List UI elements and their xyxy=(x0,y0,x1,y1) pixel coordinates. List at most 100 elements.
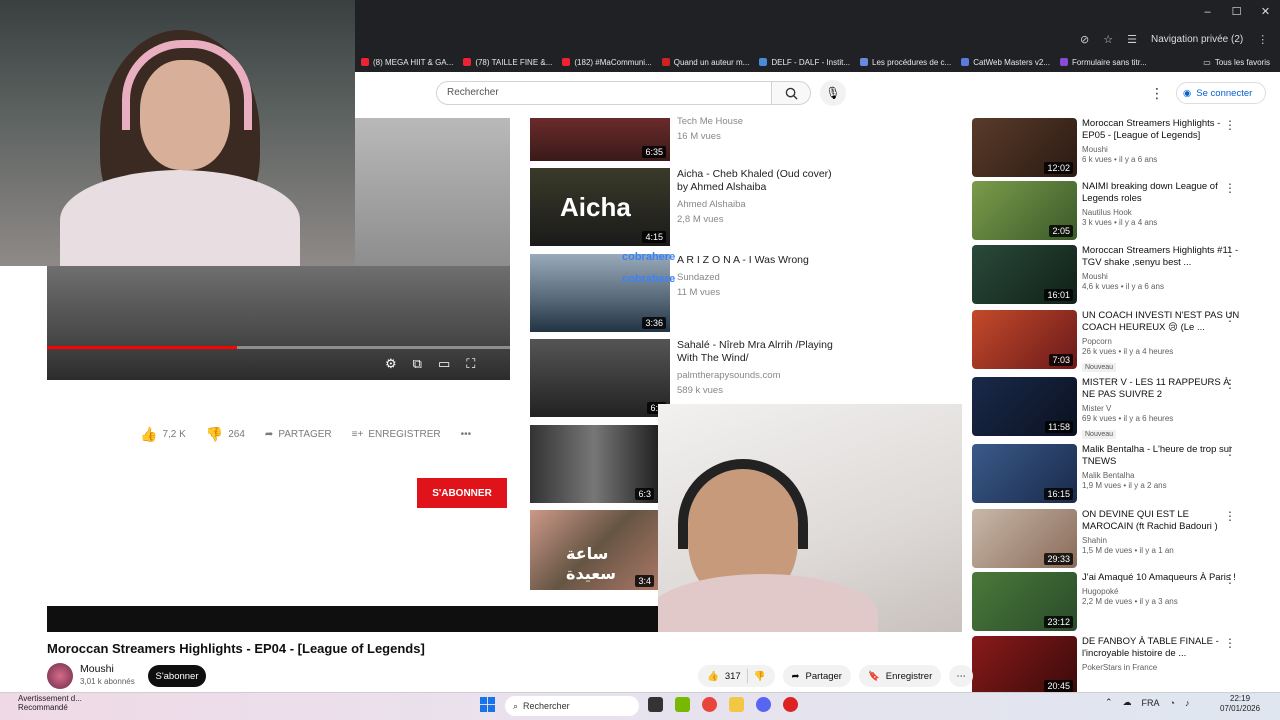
cloud-icon[interactable]: ☁ xyxy=(1123,697,1132,708)
suggestion-thumbnail[interactable]: 6:3 xyxy=(530,425,658,503)
taskbar xyxy=(0,692,1280,720)
sidebar-item[interactable]: 16:01 Moroccan Streamers Highlights #11 … xyxy=(972,245,1272,307)
divider xyxy=(746,669,748,683)
suggestion-channel: palmtherapysounds.com xyxy=(677,370,781,381)
share-button[interactable]: ➦ PARTAGER xyxy=(265,429,332,440)
maximize-icon[interactable]: ☐ xyxy=(1222,0,1251,24)
reader-icon[interactable]: ☰ xyxy=(1127,33,1137,46)
channel-name[interactable]: Moushi xyxy=(80,663,114,675)
more-options-icon[interactable]: ⋮ xyxy=(1224,572,1236,586)
bookmark-item[interactable]: Formulaire sans titr... xyxy=(1059,58,1147,67)
suggestion-item[interactable]: Tech Me House 16 M vues xyxy=(677,115,837,143)
suggestion-thumbnail[interactable]: 6:3 xyxy=(530,339,670,417)
bookmark-item[interactable]: CatWeb Masters v2... xyxy=(961,58,1050,67)
more-options-icon[interactable]: ⋮ xyxy=(1150,84,1164,102)
sidebar-item[interactable]: 16:15 Malik Bentalha - L'heure de trop s… xyxy=(972,444,1272,506)
bookmark-item[interactable]: (182) #MaCommuni... xyxy=(562,58,652,67)
suggestion-item[interactable]: A R I Z O N A - I Was Wrong Sundazed 11 … xyxy=(677,254,837,299)
bookmarks-bar: (8) MEGA HIIT & GA... (78) TAILLE FINE &… xyxy=(355,52,1280,72)
sidebar-channel: PokerStars in France xyxy=(1082,663,1158,672)
suggestion-thumbnail[interactable]: ساعة سعيدة 3:4 xyxy=(530,510,658,590)
subscribe-button[interactable]: S'abonner xyxy=(148,665,206,687)
youtube-icon xyxy=(361,58,369,66)
bookmark-item[interactable]: Les procédures de c... xyxy=(860,58,951,67)
lang-indicator[interactable]: FRA xyxy=(1142,698,1160,708)
avatar[interactable] xyxy=(47,663,73,689)
chrome-icon[interactable] xyxy=(702,697,717,712)
sidebar-item[interactable]: 20:45 DE FANBOY À TABLE FINALE - l'incro… xyxy=(972,636,1272,692)
sidebar-item[interactable]: 29:33 ON DEVINE QUI EST LE MAROCAIN (ft … xyxy=(972,509,1272,571)
theater-icon[interactable]: ▭ xyxy=(438,356,450,372)
volume-icon[interactable]: ♪ xyxy=(1185,698,1190,708)
miniplayer-icon[interactable]: ⧉ xyxy=(413,356,422,372)
search-input[interactable]: Rechercher xyxy=(436,81,772,105)
all-bookmarks[interactable]: ▭ Tous les favoris xyxy=(1203,58,1270,67)
more-options-icon[interactable]: ⋮ xyxy=(1224,377,1236,391)
tracking-icon[interactable]: ⊘ xyxy=(1080,33,1089,46)
sidebar-item[interactable]: 2:05 NAIMI breaking down League of Legen… xyxy=(972,181,1272,243)
windows-start-icon[interactable] xyxy=(480,697,495,712)
duration-badge: 3:36 xyxy=(642,317,666,329)
more-options-icon[interactable]: ⋮ xyxy=(1224,636,1236,650)
thumbs-down-icon[interactable]: 👎 xyxy=(754,671,766,682)
sidebar-item[interactable]: 11:58 MISTER V - LES 11 RAPPEURS À NE PA… xyxy=(972,377,1272,439)
dislike-button[interactable]: 👎 264 xyxy=(206,426,245,443)
more-options-icon[interactable]: ⋮ xyxy=(1224,509,1236,523)
streamer-body xyxy=(60,170,300,266)
more-options-icon[interactable]: ⋮ xyxy=(1224,181,1236,195)
thumbs-up-icon[interactable]: 👍 xyxy=(707,671,719,682)
page-icon xyxy=(860,58,869,66)
more-options-icon[interactable]: ⋮ xyxy=(1224,118,1236,132)
player-bottom-bar xyxy=(47,606,658,632)
taskbar-search[interactable]: ⌕ Rechercher xyxy=(505,696,639,716)
signin-button[interactable]: ◉ Se connecter xyxy=(1176,82,1266,104)
wifi-icon[interactable]: ◔ xyxy=(1170,698,1175,708)
settings-icon[interactable]: ⚙ xyxy=(385,356,397,372)
like-count[interactable]: 317 xyxy=(725,671,741,682)
minimize-icon[interactable]: – xyxy=(1193,0,1222,24)
bookmark-item[interactable]: Quand un auteur m... xyxy=(661,58,749,67)
more-actions-icon[interactable]: ••• xyxy=(461,429,472,440)
nvidia-icon[interactable] xyxy=(675,697,690,712)
voice-search-button[interactable]: 🎙 xyxy=(820,80,846,106)
taskbar-widget[interactable]: Avertissement d... Recommandé xyxy=(18,694,82,712)
share-button[interactable]: ➦ Partager xyxy=(782,665,851,687)
video-title: Moroccan Streamers Highlights - EP04 - [… xyxy=(47,641,425,656)
more-options-icon[interactable]: ⋮ xyxy=(1224,245,1236,259)
fullscreen-icon[interactable]: ⛶ xyxy=(466,356,475,372)
close-icon[interactable]: ✕ xyxy=(1251,0,1280,24)
bookmark-item[interactable]: DELF - DALF - Instit... xyxy=(759,58,850,67)
sidebar-thumbnail: 29:33 xyxy=(972,509,1077,568)
more-options-icon[interactable]: ⋮ xyxy=(1224,310,1236,324)
chat-username: cobrahere xyxy=(622,273,676,285)
search-button[interactable] xyxy=(771,81,811,105)
bookmark-item[interactable]: (78) TAILLE FINE &... xyxy=(463,58,552,67)
suggestion-thumbnail[interactable]: 6:35 xyxy=(530,118,670,161)
task-view-icon[interactable] xyxy=(648,697,663,712)
chevron-up-icon[interactable]: ⌃ xyxy=(1105,697,1113,708)
sidebar-item[interactable]: 23:12 J'ai Amaqué 10 Amaqueurs À Paris !… xyxy=(972,572,1272,634)
suggestion-item[interactable]: Sahalé - Nîreb Mra Alrrih /Playing With … xyxy=(677,339,837,397)
star-icon[interactable]: ☆ xyxy=(1103,33,1113,46)
more-actions-icon[interactable]: ⋯ xyxy=(949,665,974,687)
suggestion-thumbnail[interactable]: Aicha 4:15 xyxy=(530,168,670,246)
duration-badge: 2:05 xyxy=(1049,225,1073,237)
more-options-icon[interactable]: ⋮ xyxy=(1224,444,1236,458)
save-button[interactable]: 🔖 Enregistrer xyxy=(858,665,942,687)
sidebar-item[interactable]: 7:03 UN COACH INVESTI N'EST PAS UN COACH… xyxy=(972,310,1272,372)
like-button[interactable]: 👍 7,2 K xyxy=(140,426,186,443)
window-controls: – ☐ ✕ xyxy=(1193,0,1280,24)
folder-icon[interactable] xyxy=(729,697,744,712)
private-label[interactable]: Navigation privée (2) xyxy=(1151,34,1243,45)
bookmark-item[interactable]: (8) MEGA HIIT & GA... xyxy=(361,58,453,67)
subscribe-button-embedded[interactable]: S'ABONNER xyxy=(417,478,507,508)
taskbar-clock[interactable]: 22:19 07/01/2026 xyxy=(1220,694,1260,714)
suggestion-item[interactable]: Aicha - Cheb Khaled (Oud cover) by Ahmed… xyxy=(677,168,837,226)
discord-icon[interactable] xyxy=(756,697,771,712)
save-button[interactable]: ≡+ ENREGISTRER xyxy=(352,429,441,440)
app-icon[interactable] xyxy=(783,697,798,712)
sidebar-meta: 3 k vues • il y a 4 ans xyxy=(1082,218,1158,227)
suggestion-views: 16 M vues xyxy=(677,131,721,142)
sidebar-item[interactable]: 12:02 Moroccan Streamers Highlights - EP… xyxy=(972,118,1272,180)
menu-icon[interactable]: ⋮ xyxy=(1257,33,1268,46)
